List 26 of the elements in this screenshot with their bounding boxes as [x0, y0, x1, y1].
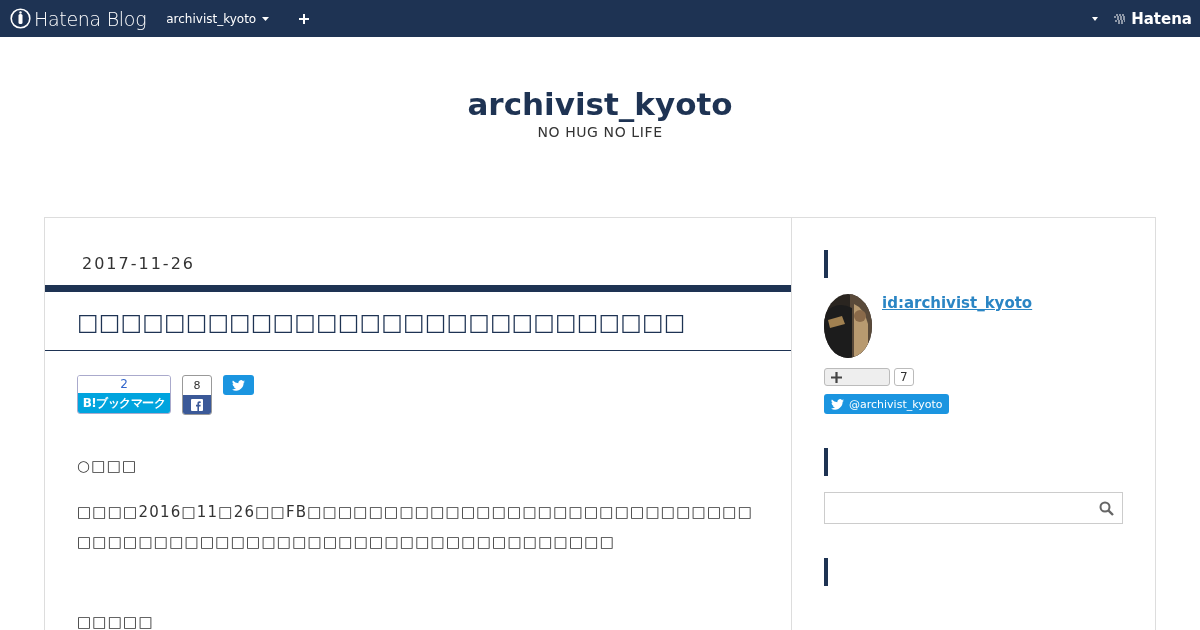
plus-icon[interactable]	[299, 13, 310, 24]
blog-title[interactable]: archivist_kyoto	[467, 86, 733, 122]
logo-text[interactable]: Hatena Blog	[34, 7, 147, 30]
bookmark-button[interactable]: 2 B!ブックマーク	[77, 375, 171, 414]
bird-icon	[232, 379, 245, 391]
bird-icon	[831, 398, 844, 410]
section-heading: □□□□□	[77, 612, 154, 630]
entry-title[interactable]: □□□□□□□□□□□□□□□□□□□□□□□□□□□□	[45, 292, 791, 351]
blog-menu[interactable]: archivist_kyoto	[166, 11, 270, 26]
tweet-button[interactable]	[223, 375, 254, 395]
facebook-share-button[interactable]: 8	[182, 375, 212, 415]
facebook-icon	[191, 398, 203, 411]
blog-subtitle: NO HUG NO LIFE	[537, 124, 663, 140]
brand-logo-text[interactable]: Hatena	[1131, 9, 1192, 28]
profile-id-link[interactable]: id:archivist_kyoto	[882, 294, 1033, 314]
caret-icon	[262, 16, 270, 21]
follower-count: 7	[894, 368, 914, 386]
plus-icon	[831, 371, 842, 383]
paragraph: □□□□2016□11□26□□FB□□□□□□□□□□□□□□□□□□□□□□□□□□□□□□□□□□□□□□□□□□□□□□□□□□□□□□□□□□□□□□□□	[77, 502, 755, 553]
logo-icon	[10, 8, 31, 29]
entry-date[interactable]: 2017-11-26	[82, 254, 195, 273]
search-field[interactable]	[824, 492, 1123, 524]
caret-icon[interactable]	[1092, 16, 1099, 21]
search-icon[interactable]	[1099, 500, 1114, 516]
section-heading: ○□□□	[77, 456, 138, 477]
follow-button[interactable]	[824, 368, 890, 386]
